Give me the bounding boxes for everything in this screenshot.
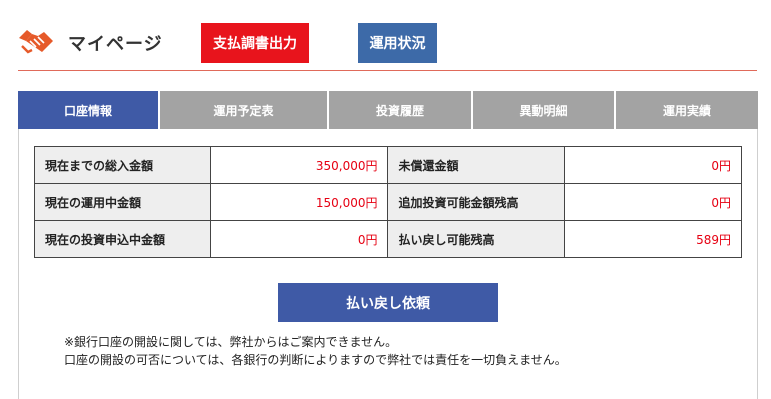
- total-deposit-value: 350,000円: [210, 146, 389, 184]
- refund-request-button[interactable]: 払い戻し依頼: [278, 283, 498, 322]
- total-deposit-label: 現在までの総入金額: [33, 146, 212, 184]
- operation-status-button[interactable]: 運用状況: [358, 23, 437, 63]
- operating-amount-value: 150,000円: [210, 183, 389, 221]
- unredeemed-amount-label: 未償還金額: [387, 146, 565, 184]
- operating-amount-label: 現在の運用中金額: [33, 183, 212, 221]
- tab-investment-history[interactable]: 投資履歴: [329, 91, 473, 129]
- tab-bar: 口座情報 運用予定表 投資履歴 異動明細 運用実績: [18, 91, 758, 129]
- tab-account-info[interactable]: 口座情報: [18, 91, 160, 129]
- tab-operation-results[interactable]: 運用実績: [616, 91, 758, 129]
- table-row: 現在の投資申込中金額 0円 払い戻し可能残高 589円: [33, 220, 743, 258]
- header-divider: [18, 70, 757, 71]
- account-summary-table: 現在までの総入金額 350,000円 未償還金額 0円 現在の運用中金額 150…: [33, 146, 743, 258]
- note-line: 口座の開設の可否については、各銀行の判断によりますので弊社では責任を一切負えませ…: [64, 353, 567, 367]
- additional-investable-value: 0円: [563, 183, 743, 221]
- note-line: ※銀行口座の開設に関しては、弊社からはご案内できません。: [64, 335, 398, 349]
- pending-application-value: 0円: [210, 220, 389, 258]
- page-title: マイページ: [68, 34, 163, 55]
- refundable-balance-value: 589円: [563, 220, 743, 258]
- table-row: 現在の運用中金額 150,000円 追加投資可能金額残高 0円: [33, 183, 743, 221]
- pending-application-label: 現在の投資申込中金額: [33, 220, 212, 258]
- tab-operation-schedule[interactable]: 運用予定表: [160, 91, 329, 129]
- handshake-icon: [19, 30, 53, 54]
- unredeemed-amount-value: 0円: [563, 146, 743, 184]
- table-row: 現在までの総入金額 350,000円 未償還金額 0円: [33, 146, 743, 184]
- notes: ※銀行口座の開設に関しては、弊社からはご案内できません。 口座の開設の可否につい…: [64, 333, 567, 369]
- additional-investable-label: 追加投資可能金額残高: [387, 183, 565, 221]
- page-header: マイページ 支払調書出力 運用状況: [0, 0, 771, 72]
- tab-transaction-details[interactable]: 異動明細: [473, 91, 616, 129]
- payment-report-button[interactable]: 支払調書出力: [201, 23, 309, 63]
- refundable-balance-label: 払い戻し可能残高: [387, 220, 565, 258]
